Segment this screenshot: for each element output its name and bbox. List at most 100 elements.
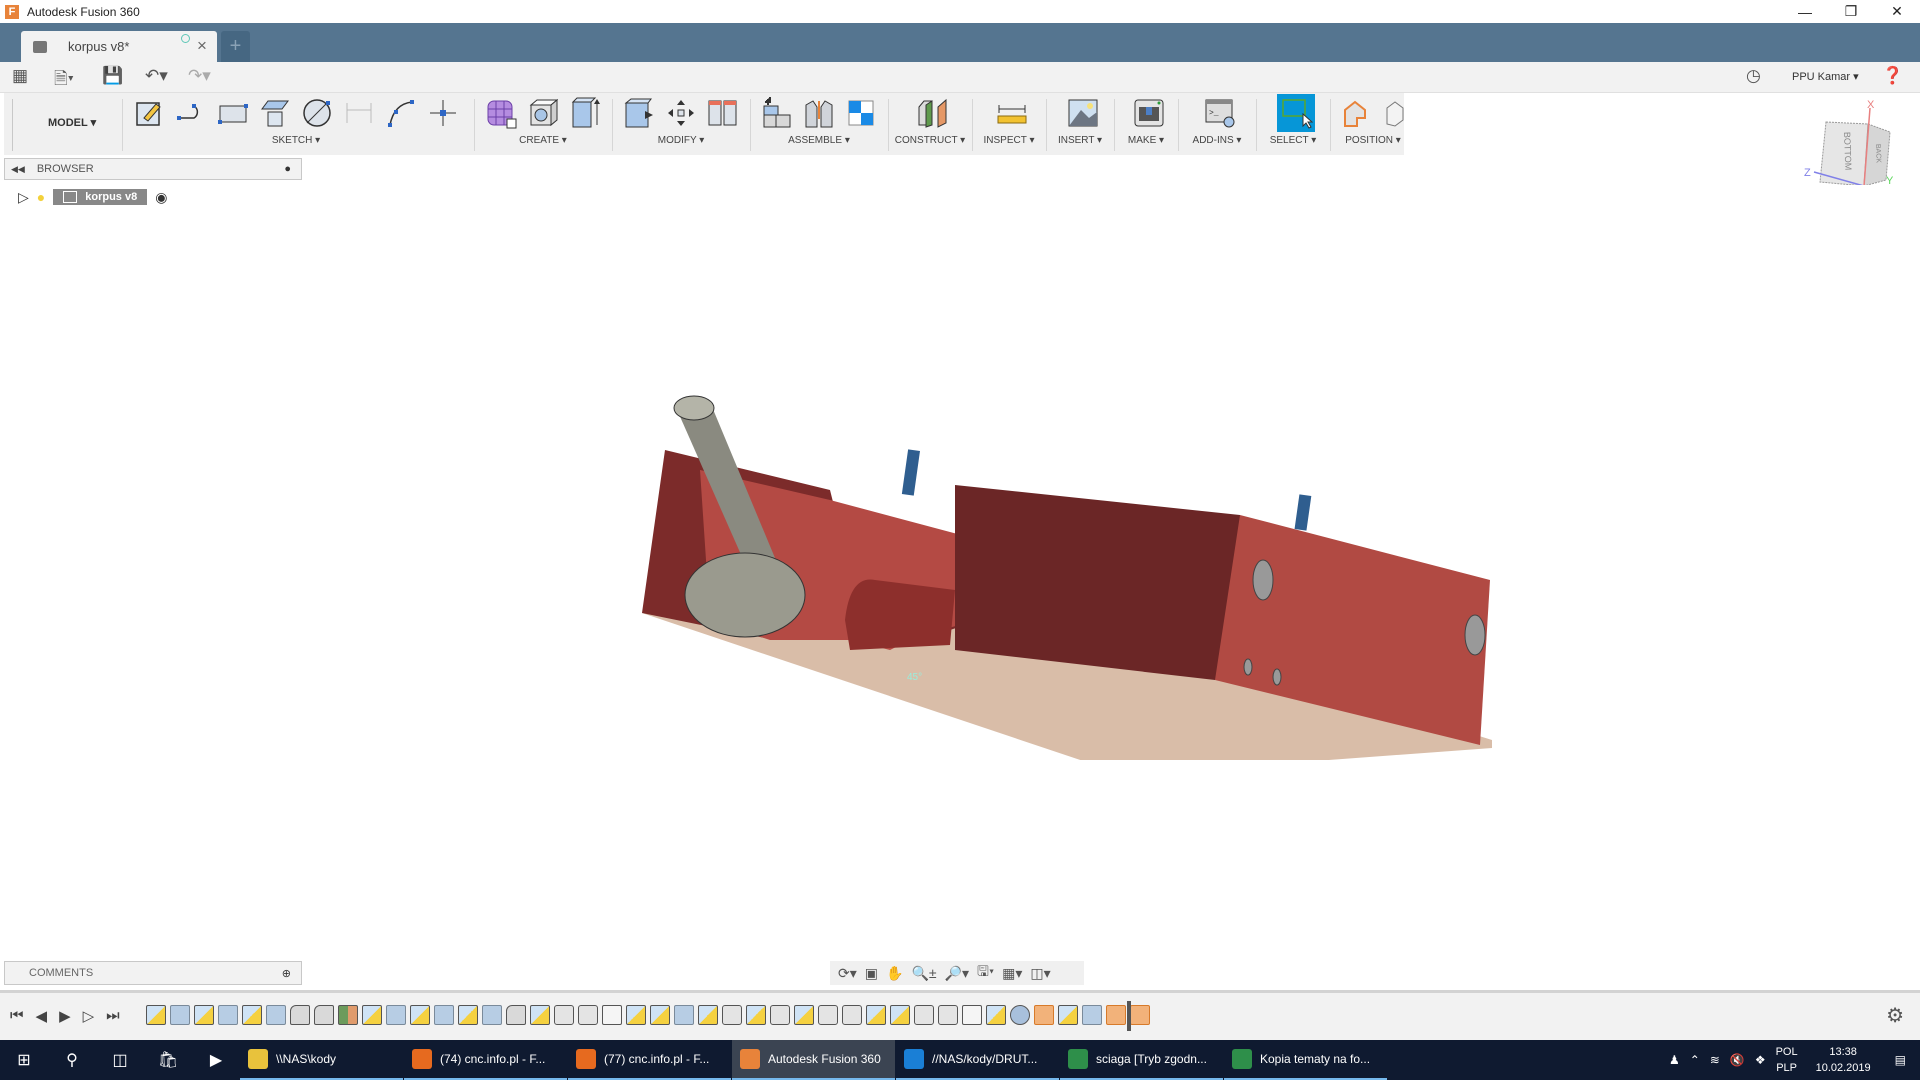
timeline-feature-sketch[interactable] [146,1005,166,1025]
clock[interactable]: 13:38 10.02.2019 [1816,1044,1871,1076]
timeline-feature-sketch[interactable] [194,1005,214,1025]
help-icon[interactable]: ❓ [1882,66,1903,86]
go-to-start-button[interactable]: ⏮ [10,1007,24,1025]
insert-image-icon[interactable] [1066,96,1100,130]
timeline-feature-sketch[interactable] [362,1005,382,1025]
restore-button[interactable]: ❐ [1828,0,1874,23]
rectangle-icon[interactable] [216,96,250,130]
viewports-icon[interactable]: ◫▾ [1030,965,1050,982]
assemble-menu[interactable]: ASSEMBLE ▾ [754,135,884,146]
close-button[interactable]: ✕ [1874,0,1920,23]
language-indicator[interactable]: POL PLP [1776,1044,1798,1076]
play-button[interactable]: ▶ [59,1007,71,1025]
display-settings-icon[interactable]: 🖫▾ [977,961,994,985]
timeline-feature-box[interactable] [962,1005,982,1025]
hole-icon[interactable] [526,96,560,130]
zoom-icon[interactable]: 🔍± [911,965,936,982]
new-tab-button[interactable]: + [221,31,250,62]
redo-icon[interactable]: ↷▾ [188,66,211,86]
timeline-feature-joint[interactable] [1130,1005,1150,1025]
step-forward-button[interactable]: ▷ [83,1007,95,1025]
grid-settings-icon[interactable]: ▦▾ [1002,965,1022,982]
taskbar-app[interactable]: sciaga [Tryb zgodn... [1060,1040,1223,1080]
file-icon[interactable]: 🗎▾ [54,66,74,95]
align-icon[interactable] [706,96,740,130]
task-view-icon[interactable]: ◫ [96,1040,144,1080]
timeline-feature-sketch[interactable] [530,1005,550,1025]
add-ins-menu[interactable]: ADD-INS ▾ [1182,135,1252,146]
extrude-icon[interactable] [568,96,602,130]
clock-icon[interactable]: ◷ [1746,66,1761,86]
timeline-feature-plane[interactable] [338,1005,358,1025]
timeline-feature-extrude[interactable] [674,1005,694,1025]
timeline-feature-extrude[interactable] [434,1005,454,1025]
visibility-bulb-icon[interactable]: ● [37,189,45,205]
taskbar-app[interactable]: (74) cnc.info.pl - F... [404,1040,567,1080]
timeline-feature-sketch[interactable] [794,1005,814,1025]
timeline-feature-hole[interactable] [554,1005,574,1025]
orbit-icon[interactable]: ⟳▾ [838,965,857,982]
timeline-feature-extrude[interactable] [170,1005,190,1025]
timeline-feature-sketch[interactable] [698,1005,718,1025]
timeline-feature-extrude[interactable] [266,1005,286,1025]
timeline-feature-hole[interactable] [938,1005,958,1025]
taskbar-app[interactable]: \\NAS\kody [240,1040,403,1080]
save-icon[interactable]: 💾 [102,66,123,86]
activate-radio-icon[interactable]: ◉ [155,189,167,206]
undo-icon[interactable]: ↶▾ [145,66,168,86]
insert-menu[interactable]: INSERT ▾ [1050,135,1110,146]
form-icon[interactable] [484,96,518,130]
move-icon[interactable] [664,96,698,130]
new-component-icon[interactable] [760,96,794,130]
look-at-icon[interactable]: ▣ [865,965,878,982]
comments-panel-header[interactable]: COMMENTS ⊕ [4,961,302,985]
joint-icon[interactable] [802,96,836,130]
offset-plane-icon[interactable] [916,96,950,130]
browser-panel-header[interactable]: ◀◀ BROWSER ● [4,158,302,180]
as-built-joint-icon[interactable] [844,96,878,130]
timeline-feature-extrude[interactable] [482,1005,502,1025]
modify-menu[interactable]: MODIFY ▾ [616,135,746,146]
close-tab-icon[interactable]: × [197,36,207,56]
circle-icon[interactable] [300,96,334,130]
create-menu[interactable]: CREATE ▾ [478,135,608,146]
timeline-feature-joint[interactable] [1106,1005,1126,1025]
timeline-feature-sketch[interactable] [1058,1005,1078,1025]
sketch-menu[interactable]: SKETCH ▾ [126,135,466,146]
arc-icon[interactable] [384,96,418,130]
timeline-feature-extrude[interactable] [386,1005,406,1025]
timeline-feature-sketch[interactable] [986,1005,1006,1025]
media-player-icon[interactable]: ▶ [192,1040,240,1080]
browser-toggle-icon[interactable]: ● [284,163,291,175]
workspace-selector[interactable]: MODEL ▾ [48,116,96,129]
start-button[interactable]: ⊞ [0,1040,48,1080]
user-menu[interactable]: PPU Kamar ▾ [1792,70,1859,83]
store-icon[interactable]: 🛍 [144,1040,192,1080]
press-pull-icon[interactable] [622,96,656,130]
expand-arrow-icon[interactable]: ▷ [18,189,29,206]
timeline-feature-extrude[interactable] [1082,1005,1102,1025]
step-back-button[interactable]: ◀ [36,1007,48,1025]
timeline-feature-sketch[interactable] [890,1005,910,1025]
inspect-menu[interactable]: INSPECT ▾ [976,135,1042,146]
timeline-settings-icon[interactable]: ⚙ [1886,1003,1904,1028]
select-icon[interactable] [1277,94,1315,132]
measure-icon[interactable] [995,96,1029,130]
add-comment-icon[interactable]: ⊕ [282,967,291,980]
taskbar-app[interactable]: Autodesk Fusion 360 [732,1040,895,1080]
timeline-feature-hole[interactable] [722,1005,742,1025]
root-component[interactable]: korpus v8 [53,189,148,205]
go-to-end-button[interactable]: ⏭ [106,1007,120,1025]
timeline-feature-extrude[interactable] [218,1005,238,1025]
taskbar-app[interactable]: //NAS/kody/DRUT... [896,1040,1059,1080]
timeline-feature-sketch[interactable] [458,1005,478,1025]
project-icon[interactable] [258,96,292,130]
grid-icon[interactable]: ▦ [12,66,28,86]
make-menu[interactable]: MAKE ▾ [1118,135,1174,146]
timeline-feature-hole[interactable] [578,1005,598,1025]
pan-icon[interactable]: ✋ [886,965,903,982]
3d-print-icon[interactable] [1132,96,1166,130]
timeline-feature-sketch[interactable] [866,1005,886,1025]
viewcube[interactable]: BOTTOM BACK X Y Z [1800,100,1900,185]
document-tab[interactable]: korpus v8* × [21,31,217,62]
